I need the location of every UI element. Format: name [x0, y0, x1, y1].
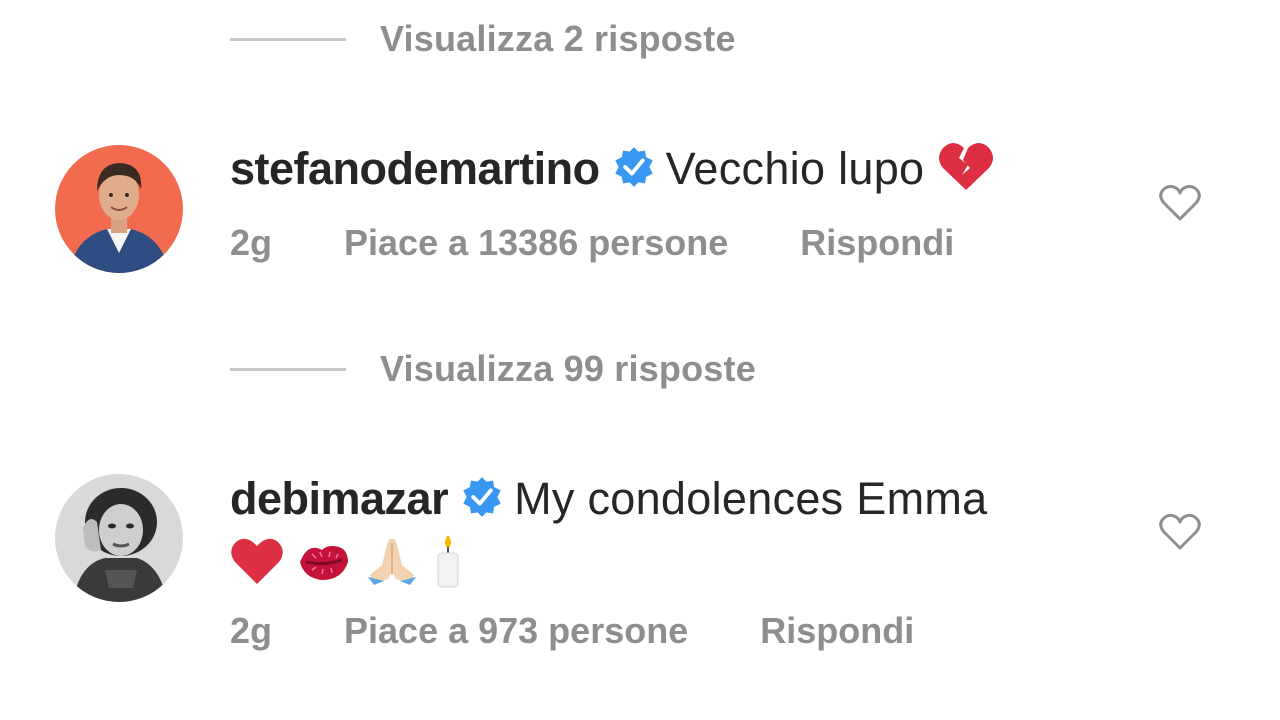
view-replies-label: Visualizza 99 risposte [380, 348, 756, 389]
replies-divider [230, 37, 346, 41]
comment-text: My condolences Emma [514, 473, 988, 524]
view-replies-label: Visualizza 2 risposte [380, 18, 736, 59]
comment: debimazar My condolences Emma 2g Piace a… [230, 470, 1110, 652]
reply-button[interactable]: Rispondi [800, 222, 954, 264]
red-heart-icon [230, 536, 284, 591]
comment-username[interactable]: debimazar [230, 473, 449, 524]
candle-icon [432, 533, 464, 594]
comment-likes[interactable]: Piace a 13386 persone [344, 222, 728, 264]
like-heart-icon[interactable] [1158, 512, 1202, 552]
verified-badge-icon [612, 145, 656, 189]
comment-timestamp: 2g [230, 222, 273, 263]
broken-heart-icon [937, 140, 995, 206]
reply-button[interactable]: Rispondi [760, 610, 914, 652]
view-replies-button[interactable]: Visualizza 2 risposte [230, 18, 736, 60]
comment-text: Vecchio lupo [665, 143, 925, 194]
avatar[interactable] [55, 474, 183, 602]
comment-timestamp: 2g [230, 610, 273, 651]
avatar[interactable] [55, 145, 183, 273]
like-heart-icon[interactable] [1158, 183, 1202, 223]
folded-hands-icon [364, 535, 420, 592]
verified-badge-icon [460, 475, 504, 519]
kiss-mark-icon [296, 536, 352, 591]
comment: stefanodemartino Vecchio lupo 2g Piace a… [230, 140, 1110, 264]
view-replies-button[interactable]: Visualizza 99 risposte [230, 348, 756, 390]
comment-username[interactable]: stefanodemartino [230, 143, 600, 194]
comment-likes[interactable]: Piace a 973 persone [344, 610, 688, 652]
replies-divider [230, 367, 346, 371]
